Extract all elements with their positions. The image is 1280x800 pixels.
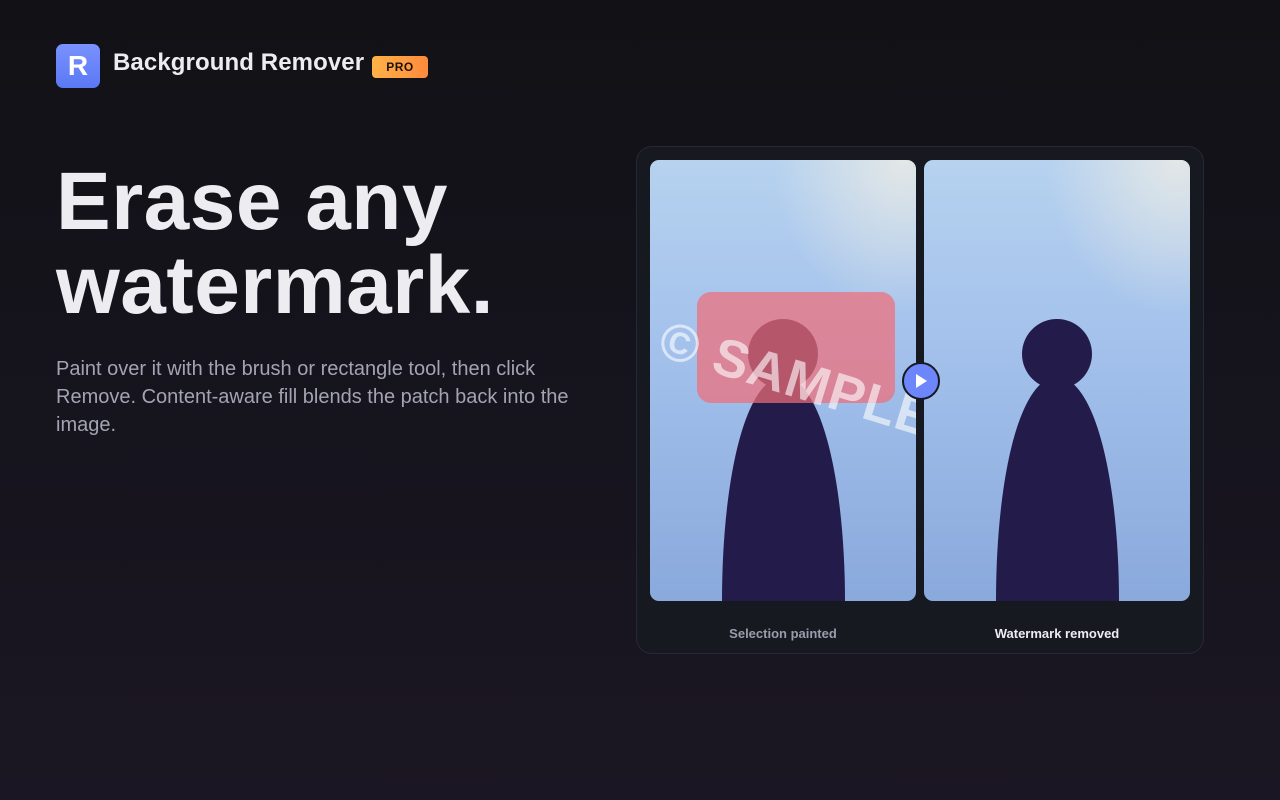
logo-letter: R	[67, 50, 89, 81]
before-after-demo: © SAMPLE Selection painted Watermark rem…	[636, 146, 1204, 654]
watermark-text: © SAMPLE	[652, 310, 916, 449]
before-caption: Selection painted	[729, 626, 837, 641]
after-caption: Watermark removed	[994, 626, 1120, 641]
before-image: © SAMPLE	[650, 160, 916, 601]
headline-line-1: Erase any	[56, 156, 448, 247]
pro-badge: PRO	[372, 56, 428, 78]
app-logo: R	[56, 44, 100, 88]
play-icon	[916, 374, 927, 388]
hero-headline: Erase any watermark.	[56, 160, 494, 328]
brand-header: R Background Remover PRO	[56, 44, 428, 88]
after-image	[924, 160, 1190, 601]
app-name: Background Remover	[113, 49, 365, 76]
subject-silhouette-clean	[996, 319, 1119, 601]
hero-description: Paint over it with the brush or rectangl…	[56, 358, 569, 436]
compare-play-button[interactable]	[902, 362, 940, 400]
headline-line-2: watermark.	[56, 240, 495, 331]
sample-watermark: © SAMPLE	[652, 310, 916, 449]
